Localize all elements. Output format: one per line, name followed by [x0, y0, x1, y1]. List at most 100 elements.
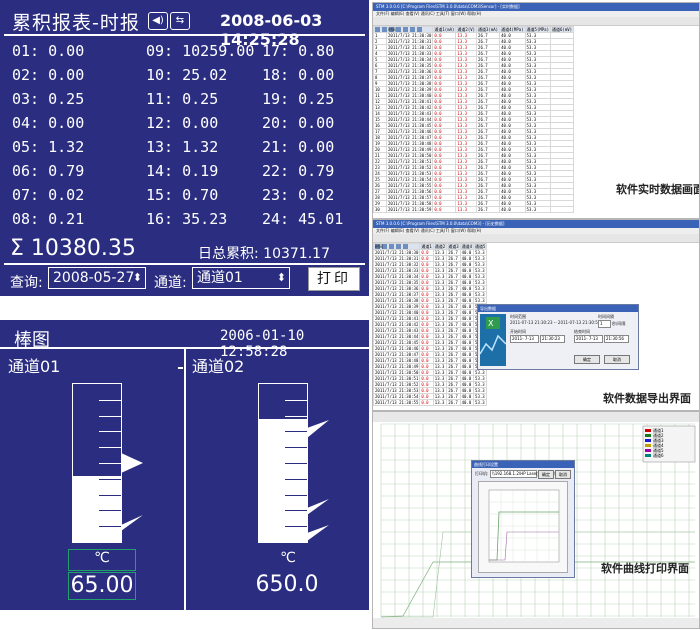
chart-icon[interactable]	[403, 244, 408, 249]
connect-icon[interactable]	[396, 27, 401, 32]
alarm-marker-icon	[121, 515, 143, 531]
start-date-field[interactable]: 2011- 7-13	[510, 335, 539, 343]
save-icon[interactable]	[382, 27, 387, 32]
export-ok-button[interactable]: 确定	[574, 355, 600, 364]
hour-label: 12:	[146, 114, 174, 132]
scale-tick	[285, 400, 307, 401]
hour-value: 25.02	[182, 66, 228, 84]
column-header[interactable]: 通道5	[473, 243, 488, 250]
hour-label: 15:	[146, 186, 174, 204]
channel-02-bar	[258, 383, 308, 543]
hour-label: 14:	[146, 162, 174, 180]
open-icon[interactable]	[375, 27, 380, 32]
column-header[interactable]: 通道5(MPa)	[524, 26, 552, 33]
channel-divider	[184, 349, 186, 610]
hour-value: 0.79	[298, 162, 335, 180]
realtime-data-table: 时间 通道1(mA) 通道2(V) 通道3(mA) 通道4(MPa) 通道5(MPa) 通道…	[373, 26, 575, 213]
table-cell: 2011/7/13 21:30:37	[385, 74, 434, 81]
scale-tick	[99, 463, 121, 464]
table-cell: 53.3	[473, 297, 488, 304]
column-header[interactable]: 通道4	[459, 243, 475, 250]
export-cancel-button[interactable]: 取消	[604, 355, 630, 364]
channel-02-unit: ℃	[280, 550, 296, 566]
start-time-field[interactable]: 21:30:23	[540, 335, 565, 343]
hour-entry: 03: 0.25	[12, 90, 84, 108]
table-cell: 2011/7/13 21:30:30	[373, 249, 421, 256]
channel-select[interactable]: 通道01 ⬍	[192, 267, 290, 289]
export-data-table: 时间 通道1 通道2 通道3 通道4 通道5 2011/7/13 21:30:30 0.0 13…	[373, 243, 488, 406]
hour-entry: 16: 35.23	[146, 210, 227, 228]
hour-entry: 11: 0.25	[146, 90, 218, 108]
column-header[interactable]: 通道3	[446, 243, 461, 250]
table-cell: 2011/7/13 21:30:44	[373, 333, 421, 340]
column-header[interactable]: 通道6(mV)	[549, 26, 575, 33]
table-cell	[549, 206, 575, 213]
table-cell: 53.3	[473, 279, 488, 286]
channel-02-name: 通道02	[192, 357, 245, 376]
alarm-marker-icon	[307, 499, 329, 515]
curve-ok-button[interactable]: 确定	[538, 470, 554, 479]
hour-entry: 02: 0.00	[12, 66, 84, 84]
export-toolbar	[373, 234, 699, 249]
legend-label: 通道6	[653, 453, 664, 458]
query-label: 查询:	[10, 275, 43, 291]
table-cell: 2011/7/13 21:30:58	[385, 200, 434, 207]
usb-icon: ⇆	[170, 12, 190, 30]
hour-label: 18:	[262, 66, 290, 84]
column-header[interactable]: 通道2(V)	[455, 26, 478, 33]
hour-label: 20:	[262, 114, 290, 132]
legend-entry: 通道6	[645, 453, 664, 458]
zoom-icon[interactable]	[417, 27, 422, 32]
hour-value: 0.80	[298, 42, 335, 60]
total-sum: Σ 10380.35	[10, 236, 136, 261]
realtime-caption: 软件实时数据画面	[616, 183, 700, 196]
legend-swatch	[645, 444, 651, 447]
interval-field[interactable]: 1	[598, 320, 611, 328]
hour-label: 21:	[262, 138, 290, 156]
settings-icon[interactable]	[410, 27, 415, 32]
channel-select-value: 通道01	[197, 270, 243, 286]
hour-entry: 07: 0.02	[12, 186, 84, 204]
hour-entry: 17: 0.80	[262, 42, 334, 60]
hour-entry: 09: 10259.00	[146, 42, 254, 60]
curve-cancel-button[interactable]: 取消	[555, 470, 571, 479]
hour-label: 09:	[146, 42, 174, 60]
printer-label: 打印机:	[475, 471, 489, 476]
daily-total: 日总累积: 10371.17	[198, 243, 330, 263]
preview-curve	[488, 489, 560, 563]
table-cell: 2011/7/13 21:30:47	[385, 134, 434, 141]
hour-entry: 15: 0.70	[146, 186, 218, 204]
table-cell: 2011/7/13 21:30:50	[373, 369, 421, 376]
table-cell: 53.3	[473, 255, 488, 262]
curve-legend: 通道1 通道2 通道3 通道4 通道5 通道6	[645, 428, 664, 458]
print-icon[interactable]	[396, 244, 401, 249]
end-date-field[interactable]: 2011- 7-13	[574, 335, 603, 343]
column-header[interactable]: 通道1(mA)	[432, 26, 457, 33]
column-header[interactable]: 通道1	[419, 243, 434, 250]
hour-value: 0.19	[182, 162, 219, 180]
sigma-icon: Σ	[10, 236, 24, 261]
chart-icon[interactable]	[403, 27, 408, 32]
export-dialog: 导出数据 X 时间范围 2011-07-13 21:30:23 -- 2011-…	[477, 304, 639, 370]
print-button[interactable]: 打印	[308, 267, 360, 291]
table-cell: 40.0	[459, 399, 475, 406]
table-cell: 2011/7/13 21:30:49	[373, 363, 421, 370]
table-cell: 2011/7/13 21:30:47	[373, 351, 421, 358]
export-icon[interactable]	[389, 244, 394, 249]
hour-value: 0.00	[48, 114, 85, 132]
table-row[interactable]: 30 2011/7/13 21:30:59 0.0 13.3 26.7 40.0 53.3	[373, 206, 575, 213]
hour-entry: 24: 45.01	[262, 210, 343, 228]
table-row[interactable]: 2011/7/13 21:30:55 0.0 13.3 26.7 40.0 53.3	[373, 399, 488, 406]
table-cell: 53.3	[473, 291, 488, 298]
table-cell: 26.7	[446, 399, 461, 406]
column-header[interactable]: 通道4(MPa)	[499, 26, 526, 33]
end-time-field[interactable]: 21:30:56	[604, 335, 629, 343]
printer-select[interactable]: \\192.168.1.2\HP LaserJet P1008	[490, 470, 557, 478]
legend-swatch	[645, 439, 651, 442]
table-cell: 2011/7/13 21:30:59	[385, 206, 434, 213]
channel-02-bar-fill	[259, 419, 307, 542]
query-date-select[interactable]: 2008-05-27 ⬍	[48, 267, 146, 289]
table-cell: 2011/7/13 21:30:49	[385, 146, 434, 153]
column-header[interactable]: 通道3(mA)	[476, 26, 501, 33]
column-header[interactable]: 通道2	[432, 243, 448, 250]
